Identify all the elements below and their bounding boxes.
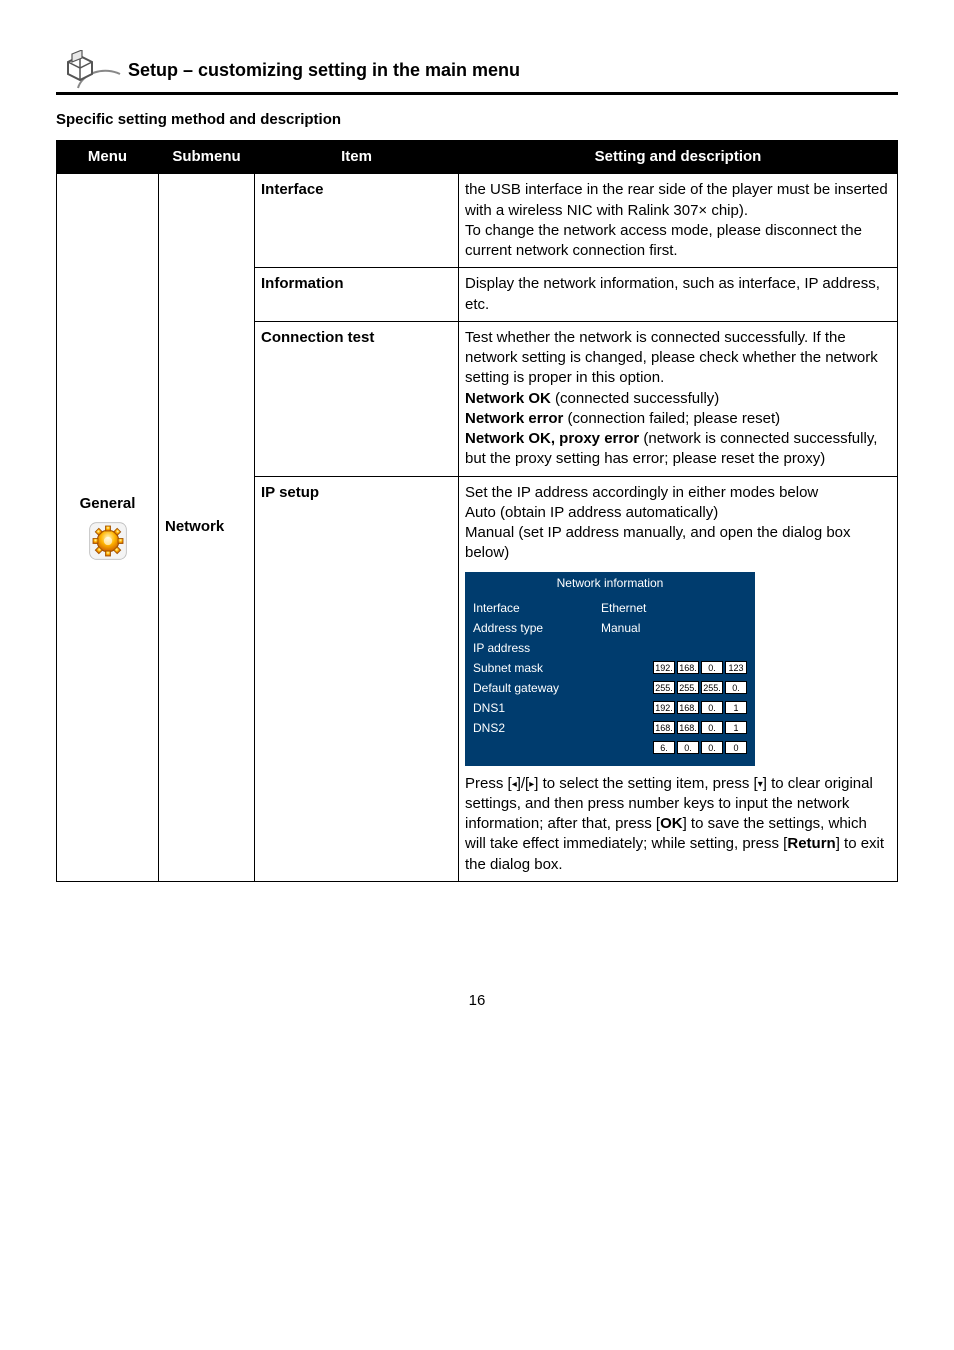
oct: 255. xyxy=(701,681,723,694)
col-menu: Menu xyxy=(57,141,159,174)
oct: 168. xyxy=(677,701,699,714)
settings-table: Menu Submenu Item Setting and descriptio… xyxy=(56,140,898,882)
oct: 0. xyxy=(701,661,723,674)
page-number: 16 xyxy=(56,992,898,1009)
return-key: Return xyxy=(787,835,835,852)
section-subheading: Specific setting method and description xyxy=(56,111,898,128)
nib-ip-label: IP address xyxy=(473,640,601,656)
nib-interface-val: Ethernet xyxy=(601,600,747,616)
oct: 168. xyxy=(677,661,699,674)
oct: 6. xyxy=(653,741,675,754)
desc-interface-l1: the USB interface in the rear side of th… xyxy=(465,181,888,218)
col-item: Item xyxy=(255,141,459,174)
item-information: Information xyxy=(255,268,459,322)
gear-icon xyxy=(88,521,128,561)
desc-information: Display the network information, such as… xyxy=(459,268,898,322)
oct: 0. xyxy=(701,721,723,734)
ip-l2: Auto (obtain IP address automatically) xyxy=(465,504,718,521)
nib-type-val: Manual xyxy=(601,620,747,636)
oct: 0. xyxy=(725,681,747,694)
menu-general-label: General xyxy=(80,495,136,512)
oct: 168. xyxy=(653,721,675,734)
ip-instructions: Press [◂]/[▸] to select the setting item… xyxy=(465,775,884,873)
nib-dns2-octets: 6. 0. 0. 0 xyxy=(653,741,747,754)
nib-title: Network information xyxy=(465,572,755,594)
nib-dns2-label: DNS2 xyxy=(473,720,601,736)
nib-dns1-label: DNS1 xyxy=(473,700,601,716)
oct: 0. xyxy=(701,741,723,754)
col-submenu: Submenu xyxy=(159,141,255,174)
desc-ip-setup: Set the IP address accordingly in either… xyxy=(459,476,898,881)
ok-key: OK xyxy=(660,815,683,832)
nib-ip-octets: 192. 168. 0. 123 xyxy=(653,661,747,674)
oct: 192. xyxy=(653,701,675,714)
ip-l1: Set the IP address accordingly in either… xyxy=(465,484,818,501)
nib-gw-label: Default gateway xyxy=(473,680,601,696)
desc-conn-err: Network error xyxy=(465,410,563,427)
oct: 1 xyxy=(725,721,747,734)
ip-l3: Manual (set IP address manually, and ope… xyxy=(465,524,851,561)
nib-gw-octets: 192. 168. 0. 1 xyxy=(653,701,747,714)
txt: ] to select the setting item, press [ xyxy=(534,775,757,792)
nib-mask-label: Subnet mask xyxy=(473,660,601,676)
nib-type-label: Address type xyxy=(473,620,601,636)
desc-conn-ok-txt: (connected successfully) xyxy=(551,390,719,407)
desc-connection-test: Test whether the network is connected su… xyxy=(459,321,898,476)
oct: 255. xyxy=(677,681,699,694)
page-title: Setup – customizing setting in the main … xyxy=(128,60,520,81)
txt: Press [ xyxy=(465,775,512,792)
oct: 255. xyxy=(653,681,675,694)
desc-interface: the USB interface in the rear side of th… xyxy=(459,174,898,268)
submenu-network-label: Network xyxy=(165,518,224,535)
oct: 192. xyxy=(653,661,675,674)
desc-conn-err-txt: (connection failed; please reset) xyxy=(563,410,780,427)
oct: 0 xyxy=(725,741,747,754)
header-underline xyxy=(56,92,898,95)
desc-conn-proxy: Network OK, proxy error xyxy=(465,430,639,447)
nib-mask-octets: 255. 255. 255. 0. xyxy=(653,681,747,694)
txt: ]/[ xyxy=(517,775,530,792)
network-info-box: Network information Interface Ethernet A… xyxy=(465,572,755,766)
desc-conn-ok: Network OK xyxy=(465,390,551,407)
oct: 1 xyxy=(725,701,747,714)
setup-header-icon xyxy=(56,50,124,90)
oct: 0. xyxy=(701,701,723,714)
item-interface: Interface xyxy=(255,174,459,268)
desc-interface-l2: To change the network access mode, pleas… xyxy=(465,222,862,259)
desc-conn-l1: Test whether the network is connected su… xyxy=(465,329,878,387)
item-connection-test: Connection test xyxy=(255,321,459,476)
col-desc: Setting and description xyxy=(459,141,898,174)
oct: 123 xyxy=(725,661,747,674)
nib-interface-label: Interface xyxy=(473,600,601,616)
oct: 168. xyxy=(677,721,699,734)
item-ip-setup: IP setup xyxy=(255,476,459,881)
oct: 0. xyxy=(677,741,699,754)
nib-dns1-octets: 168. 168. 0. 1 xyxy=(653,721,747,734)
